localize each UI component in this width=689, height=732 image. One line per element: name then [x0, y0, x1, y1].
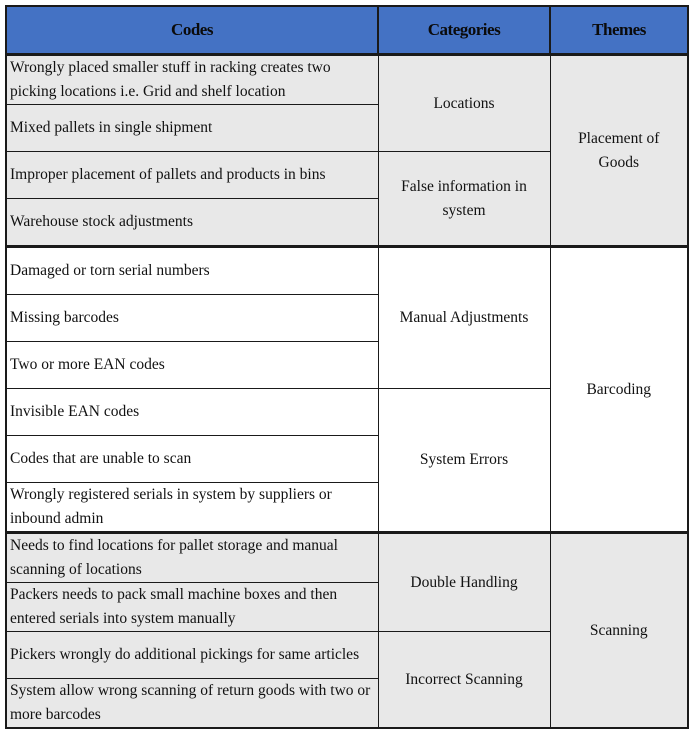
category-cell: Double Handling: [377, 531, 551, 632]
theme-cell: Barcoding: [549, 245, 689, 533]
code-cell: Needs to find locations for pallet stora…: [5, 531, 379, 583]
table-row: Damaged or torn serial numbers Manual Adj…: [5, 245, 689, 533]
category-cell: False information in system: [377, 151, 551, 247]
code-cell: Improper placement of pallets and produc…: [5, 151, 379, 199]
code-cell: Codes that are unable to scan: [5, 435, 379, 483]
header-themes: Themes: [549, 5, 689, 56]
header-row: Codes Categories Themes: [5, 5, 689, 56]
category-cell: System Errors: [377, 388, 551, 533]
code-cell: Wrongly registered serials in system by …: [5, 482, 379, 533]
code-cell: Missing barcodes: [5, 294, 379, 342]
code-cell: Invisible EAN codes: [5, 388, 379, 436]
codes-categories-themes-table: Codes Categories Themes Wrongly placed s…: [5, 5, 689, 729]
header-codes: Codes: [5, 5, 379, 56]
code-cell: Damaged or torn serial numbers: [5, 245, 379, 295]
category-cell: Incorrect Scanning: [377, 631, 551, 729]
theme-cell: Scanning: [549, 531, 689, 729]
table-row: Wrongly placed smaller stuff in racking …: [5, 53, 689, 247]
table-row: Needs to find locations for pallet stora…: [5, 531, 689, 729]
code-cell: Mixed pallets in single shipment: [5, 104, 379, 152]
code-cell: Packers needs to pack small machine boxe…: [5, 582, 379, 632]
code-cell: Warehouse stock adjustments: [5, 198, 379, 247]
code-cell: Wrongly placed smaller stuff in racking …: [5, 53, 379, 105]
category-cell: Manual Adjustments: [377, 245, 551, 389]
code-cell: System allow wrong scanning of return go…: [5, 678, 379, 729]
code-cell: Two or more EAN codes: [5, 341, 379, 389]
table-body: Wrongly placed smaller stuff in racking …: [5, 53, 689, 729]
code-cell: Pickers wrongly do additional pickings f…: [5, 631, 379, 679]
category-cell: Locations: [377, 53, 551, 152]
header-categories: Categories: [377, 5, 551, 56]
theme-cell: Placement of Goods: [549, 53, 689, 247]
